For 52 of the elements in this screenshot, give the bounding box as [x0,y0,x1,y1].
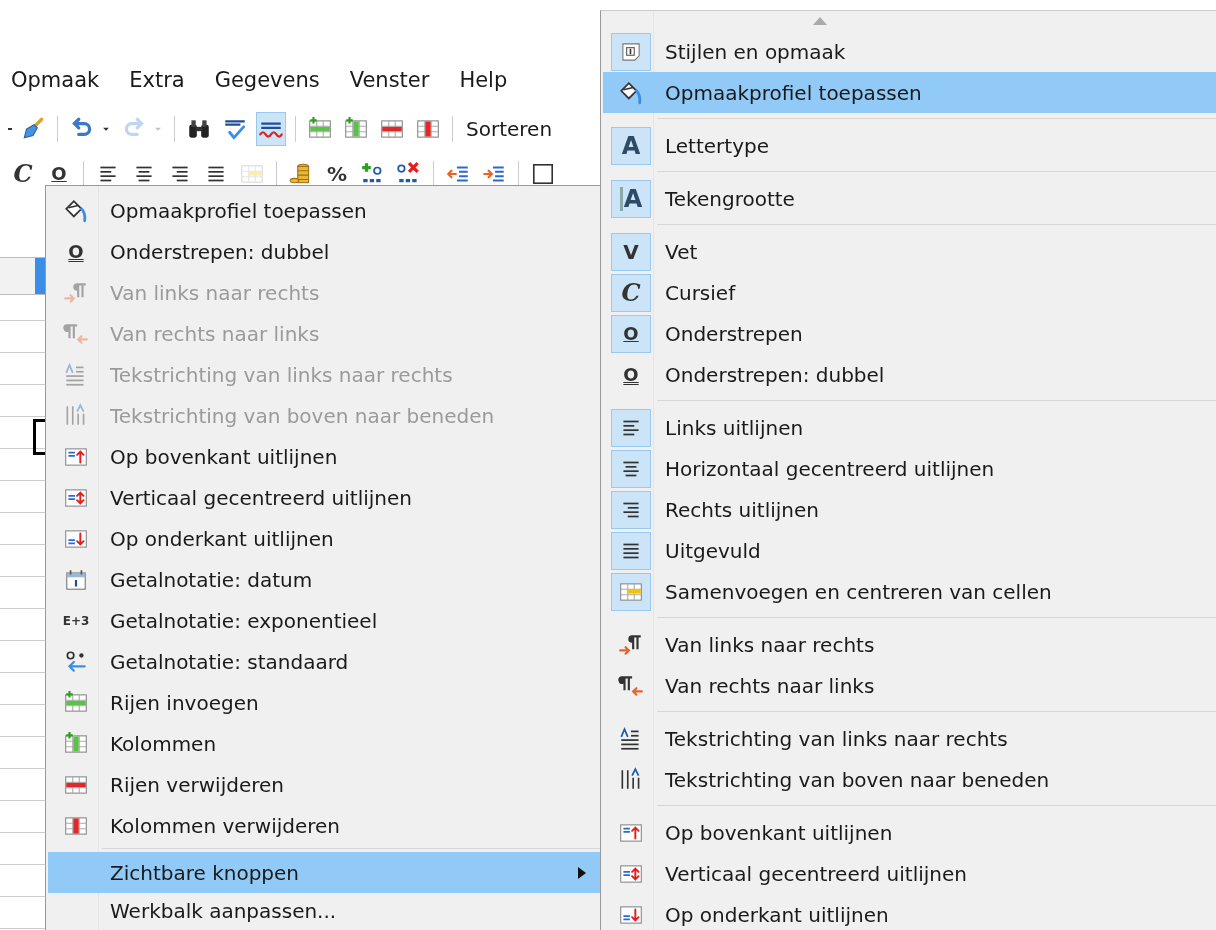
menu-item[interactable]: Verticaal gecentreerd uitlijnen [603,853,1216,894]
menu-item[interactable]: Uitgevuld [603,530,1216,571]
menu-item[interactable]: V Vet [603,231,1216,272]
exponent-icon: E+3 [62,614,90,627]
menu-item[interactable]: O Onderstrepen: dubbel [48,231,603,272]
menu-title[interactable]: Venster [349,64,430,100]
menu-title[interactable]: Extra [129,64,185,100]
menu-item[interactable]: Op onderkant uitlijnen [603,894,1216,930]
menu-item[interactable]: Opmaakprofiel toepassen [48,190,603,231]
menu-item[interactable]: Kolommen verwijderen [48,805,603,846]
menu-item[interactable]: Opmaakprofiel toepassen [603,72,1216,113]
menu-item[interactable]: Kolommen [48,723,603,764]
menu-title[interactable]: Opmaak [11,64,100,100]
menu-item[interactable]: Rechts uitlijnen [603,489,1216,530]
menu-title[interactable]: Gegevens [214,64,320,100]
menu-item[interactable]: Werkbalk aanpassen... [48,893,603,930]
menu-item[interactable]: Op onderkant uitlijnen [48,518,603,559]
menu-item[interactable]: E+3 Getalnotatie: exponentieel [48,600,603,641]
menu-item[interactable]: Stijlen en opmaak [603,31,1216,72]
menu-item[interactable]: A Tekengrootte [603,178,1216,219]
menu-item[interactable]: Horizontaal gecentreerd uitlijnen [603,448,1216,489]
italic-icon: C [621,280,641,305]
sort-button[interactable]: Sorteren [462,117,557,141]
font-icon: A [621,133,641,158]
menu-item[interactable]: Van rechts naar links [603,665,1216,706]
paint-bucket-icon [618,79,644,106]
double-underline-icon: O [623,365,639,384]
paint-bucket-icon [63,197,89,224]
bold-icon: V [623,241,639,262]
menu-item[interactable]: O Onderstrepen [603,313,1216,354]
menu-item[interactable]: Getalnotatie: standaard [48,641,603,682]
menu-item[interactable]: A Lettertype [603,125,1216,166]
underline-icon: O [623,324,639,343]
menu-item[interactable]: Zichtbare knoppen [48,852,603,893]
menu-item[interactable]: O Onderstrepen: dubbel [603,354,1216,395]
autospellcheck-icon[interactable] [256,112,286,146]
menu-item[interactable]: Rijen invoegen [48,682,603,723]
menu-item[interactable]: Op bovenkant uitlijnen [48,436,603,477]
menu-item[interactable]: Op bovenkant uitlijnen [603,812,1216,853]
italic-icon[interactable]: C [8,157,38,191]
menu-title[interactable]: Help [459,64,508,100]
double-underline-icon: O [68,242,84,261]
menu-item[interactable]: Tekstrichting van boven naar beneden [603,759,1216,800]
menu-item[interactable]: Verticaal gecentreerd uitlijnen [48,477,603,518]
menu-item[interactable]: Rijen verwijderen [48,764,603,805]
menu-item[interactable]: C Cursief [603,272,1216,313]
number-format-icon [63,648,89,675]
menu-item[interactable]: Samenvoegen en centreren van cellen [603,571,1216,612]
menu-item[interactable]: Getalnotatie: datum [48,559,603,600]
menu-item[interactable]: Links uitlijnen [603,407,1216,448]
menu-item[interactable]: Van links naar rechts [603,624,1216,665]
menu-item[interactable]: Tekstrichting van links naar rechts [603,718,1216,759]
